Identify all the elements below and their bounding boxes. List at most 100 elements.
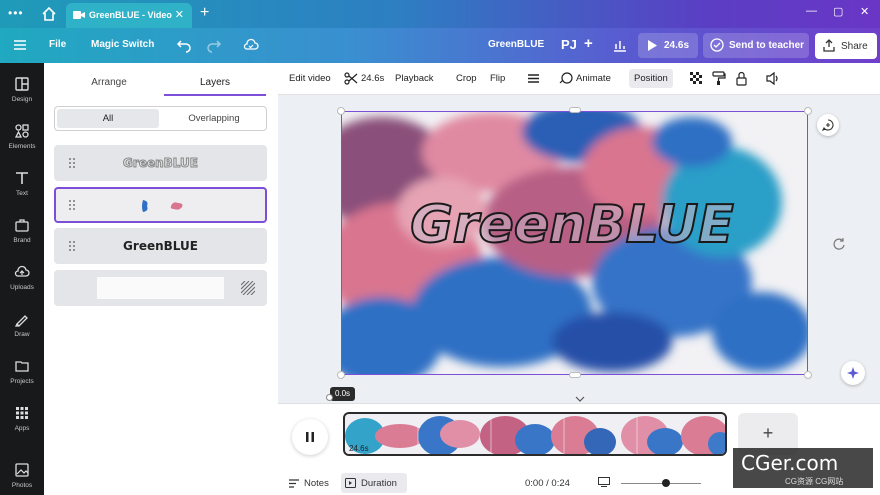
rail-item-brand[interactable]: Brand <box>0 212 44 256</box>
magic-switch-button[interactable]: Magic Switch <box>91 39 154 50</box>
background-thumbnail <box>97 277 224 299</box>
avatar[interactable]: PJ <box>561 37 577 52</box>
lock-icon[interactable] <box>734 71 749 86</box>
layer-text-preview: GreenBLUE <box>123 239 198 253</box>
document-title[interactable]: GreenBLUE <box>488 39 544 50</box>
video-icon <box>73 11 85 19</box>
watermark-subtext: CG资源 CG网站 <box>785 477 844 486</box>
layer-background[interactable] <box>54 270 267 306</box>
rail-item-elements[interactable]: Elements <box>0 118 44 162</box>
menu-icon[interactable] <box>13 38 27 52</box>
resize-handle-bottom[interactable] <box>569 372 581 378</box>
browser-tab-strip: ••• GreenBLUE - Video ✕ + — ▢ ✕ <box>0 0 880 28</box>
resize-handle-bottom-right[interactable] <box>804 371 812 379</box>
position-button[interactable]: Position <box>629 69 673 88</box>
scissors-icon[interactable] <box>344 71 359 86</box>
resize-handle-top-right[interactable] <box>804 107 812 115</box>
undo-icon[interactable] <box>176 37 192 53</box>
tab-layers[interactable]: Layers <box>164 72 266 96</box>
redo-icon[interactable] <box>206 37 222 53</box>
layer-filter-toggle: All Overlapping <box>54 106 267 131</box>
file-menu-button[interactable]: File <box>49 39 66 50</box>
volume-icon[interactable] <box>765 71 780 86</box>
send-to-teacher-button[interactable]: Send to teacher <box>703 33 809 58</box>
blue-blob-thumbnail <box>142 200 148 212</box>
animate-button[interactable]: Animate <box>576 73 611 84</box>
trim-duration[interactable]: 24.6s <box>361 73 384 84</box>
minimize-icon[interactable]: — <box>806 5 817 17</box>
filter-all[interactable]: All <box>57 109 159 128</box>
rail-item-apps[interactable]: Apps <box>0 400 44 444</box>
rail-label-uploads: Uploads <box>10 284 34 291</box>
rail-item-text[interactable]: Text <box>0 165 44 209</box>
playhead-time: 0.0s <box>330 387 355 401</box>
play-preview-button[interactable]: 24.6s <box>638 33 698 58</box>
rail-label-projects: Projects <box>10 378 34 385</box>
chevron-down-icon[interactable] <box>575 396 585 402</box>
left-rail: Design Elements Text Brand Uploads Draw … <box>0 63 44 495</box>
projects-icon <box>15 361 29 372</box>
paint-format-icon[interactable] <box>711 71 726 86</box>
zoom-slider-thumb[interactable] <box>662 479 670 487</box>
cloud-saved-icon[interactable] <box>243 37 259 53</box>
filter-overlapping[interactable]: Overlapping <box>163 109 265 128</box>
close-tab-icon[interactable]: ✕ <box>175 8 184 21</box>
tab-arrange[interactable]: Arrange <box>58 72 160 96</box>
tab-title: GreenBLUE - Video <box>89 10 172 20</box>
flip-button[interactable]: Flip <box>490 73 505 84</box>
resize-handle-bottom-left[interactable] <box>337 371 345 379</box>
browser-menu-icon[interactable]: ••• <box>8 6 24 20</box>
rail-item-design[interactable]: Design <box>0 71 44 115</box>
edit-video-button[interactable]: Edit video <box>289 73 331 84</box>
animate-icon[interactable] <box>559 71 574 86</box>
video-artwork[interactable]: GreenBLUE <box>341 111 808 375</box>
crop-button[interactable]: Crop <box>456 73 477 84</box>
browser-tab[interactable]: GreenBLUE - Video ✕ <box>66 3 192 28</box>
rail-label-design: Design <box>11 96 33 103</box>
drag-handle-icon[interactable] <box>68 199 76 211</box>
rail-label-draw: Draw <box>14 331 30 338</box>
uploads-icon <box>14 265 30 277</box>
rail-label-photos: Photos <box>11 482 33 489</box>
video-clip-track[interactable]: 24.6s <box>343 412 727 456</box>
layer-shapes[interactable] <box>54 187 267 223</box>
magic-assistant-button[interactable] <box>841 361 865 385</box>
insights-icon[interactable] <box>612 37 628 53</box>
rail-item-draw[interactable]: Draw <box>0 306 44 350</box>
layer-solid-text[interactable]: GreenBLUE <box>54 228 267 264</box>
share-button[interactable]: Share <box>815 33 877 59</box>
resize-handle-top[interactable] <box>569 107 581 113</box>
resize-handle-top-left[interactable] <box>337 107 345 115</box>
screen-icon[interactable] <box>598 477 610 487</box>
elements-icon <box>14 124 29 138</box>
duration-toggle[interactable]: Duration <box>341 473 407 493</box>
duration-label: Duration <box>361 478 397 489</box>
notes-button[interactable]: Notes <box>304 478 329 489</box>
timeline-icon <box>345 478 356 488</box>
photos-icon <box>15 463 29 477</box>
new-tab-button[interactable]: + <box>200 4 209 22</box>
add-collaborator-button[interactable]: + <box>584 35 593 52</box>
transparency-icon[interactable] <box>689 71 704 86</box>
close-window-icon[interactable]: ✕ <box>860 5 869 18</box>
brand-icon <box>15 219 29 232</box>
home-icon[interactable] <box>40 5 58 23</box>
watermark: CGer.com CG资源 CG网站 <box>733 448 873 488</box>
time-readout: 0:00 / 0:24 <box>525 478 570 489</box>
comment-add-icon <box>822 119 834 131</box>
rail-item-uploads[interactable]: Uploads <box>0 259 44 303</box>
border-style-icon[interactable] <box>526 71 541 86</box>
layer-outline-text[interactable]: GreenBLUE <box>54 145 267 181</box>
maximize-icon[interactable]: ▢ <box>833 5 843 18</box>
playback-button[interactable]: Playback <box>395 73 434 84</box>
rail-label-text: Text <box>16 190 28 197</box>
pause-button[interactable] <box>292 419 328 455</box>
zoom-slider-track[interactable] <box>621 483 701 484</box>
comment-button[interactable] <box>817 114 839 136</box>
rail-item-photos[interactable]: Photos <box>0 457 44 495</box>
canvas-title-text[interactable]: GreenBLUE <box>409 194 735 256</box>
rotate-icon[interactable] <box>832 236 846 250</box>
rail-item-projects[interactable]: Projects <box>0 353 44 397</box>
draw-icon <box>14 315 28 327</box>
playhead-handle[interactable] <box>326 394 333 401</box>
